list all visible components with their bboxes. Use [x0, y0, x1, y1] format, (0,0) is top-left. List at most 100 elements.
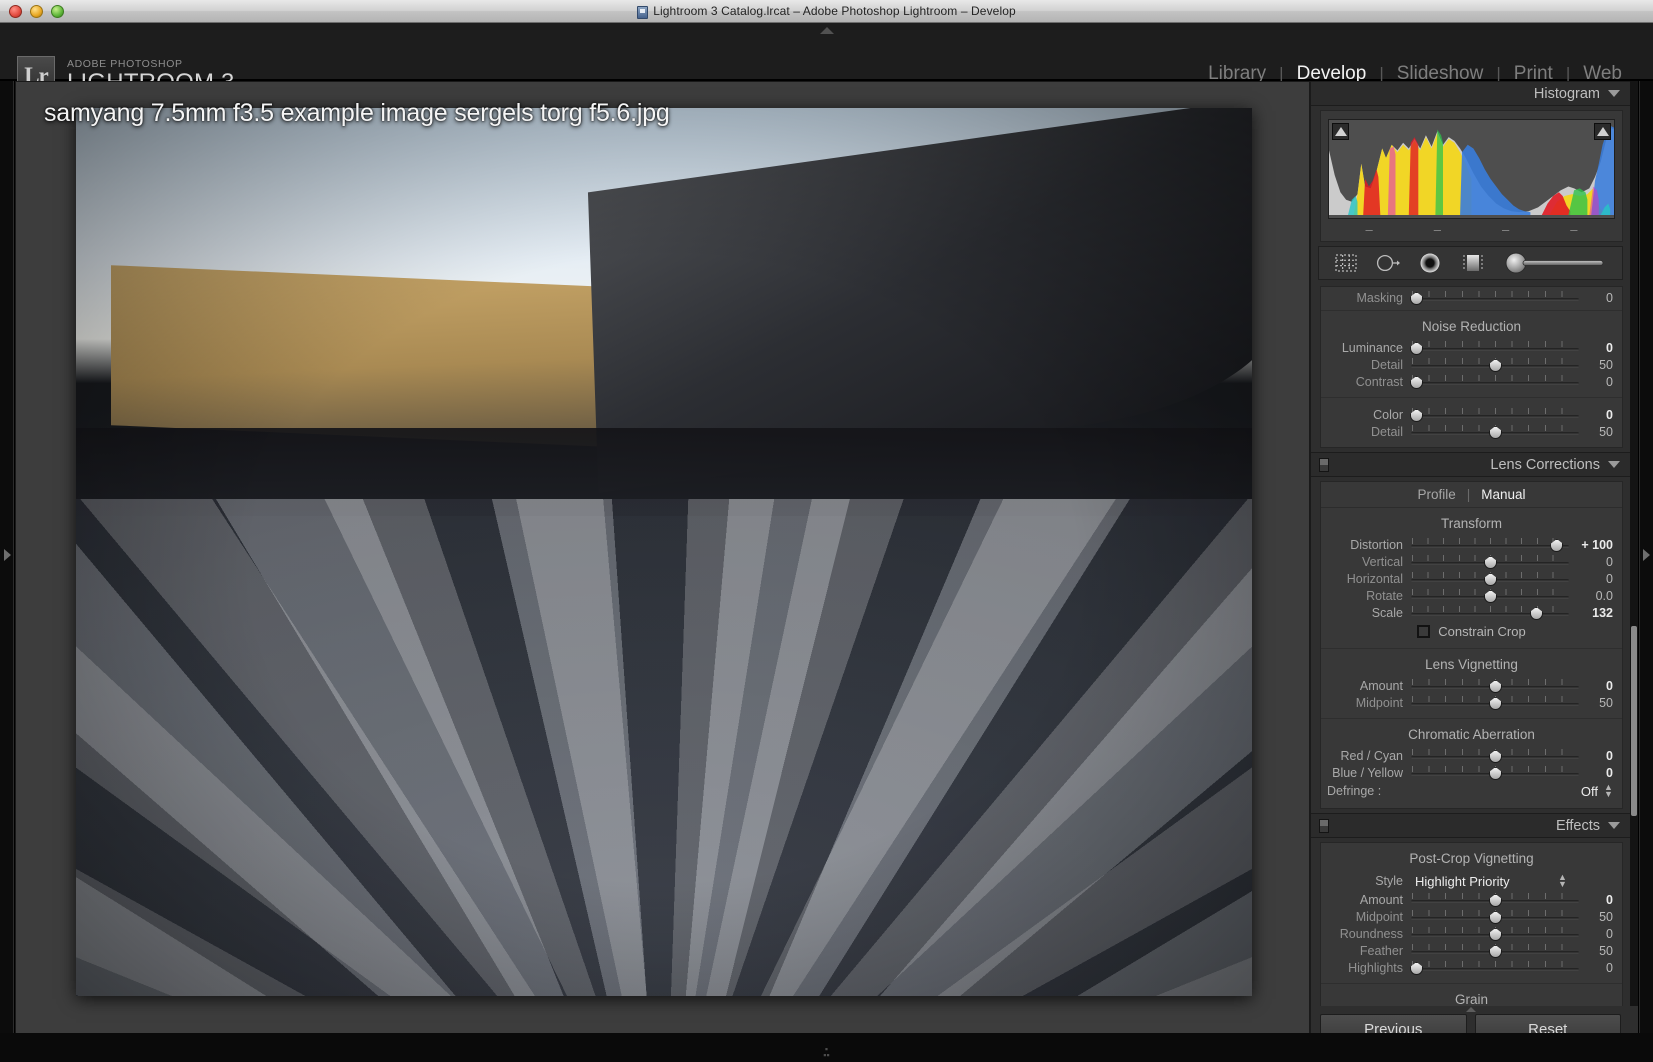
slider-track[interactable] [1411, 424, 1579, 439]
section-title: Chromatic Aberration [1321, 724, 1622, 747]
slider-track[interactable] [1411, 605, 1569, 620]
slider-row-nr-color-detail[interactable]: Detail 50 [1321, 423, 1622, 440]
slider-track[interactable] [1411, 374, 1579, 389]
histogram-graph[interactable] [1328, 119, 1615, 219]
chevron-updown-icon[interactable]: ▲▼ [1604, 784, 1613, 798]
slider-track[interactable] [1411, 909, 1579, 924]
tab-manual[interactable]: Manual [1481, 487, 1525, 502]
photo-frame[interactable] [76, 108, 1252, 996]
red-eye-correction-icon[interactable] [1415, 250, 1445, 276]
slider-track[interactable] [1411, 943, 1579, 958]
slider-row-distortion[interactable]: Distortion + 100 [1321, 536, 1622, 553]
slider-label: Scale [1327, 606, 1411, 620]
filmstrip-bar[interactable]: ▪▪▪ [0, 1033, 1653, 1062]
slider-row-pcv-amount[interactable]: Amount 0 [1321, 891, 1622, 908]
crop-overlay-icon[interactable] [1331, 250, 1361, 276]
scrollbar-thumb[interactable] [1631, 626, 1637, 816]
slider-row-lv-amount[interactable]: Amount 0 [1321, 677, 1622, 694]
slider-track[interactable] [1411, 340, 1579, 355]
slider-track[interactable] [1411, 892, 1579, 907]
tab-separator: | [1467, 487, 1471, 502]
slider-track[interactable] [1411, 678, 1579, 693]
slider-track[interactable] [1411, 290, 1579, 305]
slider-row-horizontal[interactable]: Horizontal 0 [1321, 570, 1622, 587]
slider-row-vertical[interactable]: Vertical 0 [1321, 553, 1622, 570]
slider-row-nr-detail[interactable]: Detail 50 [1321, 356, 1622, 373]
window-title: Lightroom 3 Catalog.lrcat – Adobe Photos… [0, 4, 1653, 18]
image-viewer[interactable]: samyang 7.5mm f3.5 example image sergels… [15, 81, 1310, 1056]
slider-bar [1411, 415, 1579, 418]
slider-value: 0 [1579, 341, 1613, 355]
right-panel-edge-strip[interactable] [1639, 81, 1653, 1056]
tab-profile[interactable]: Profile [1417, 487, 1455, 502]
right-panel-scrollbar[interactable] [1630, 81, 1638, 1006]
slider-value: 0 [1579, 679, 1613, 693]
graduated-filter-icon[interactable] [1458, 250, 1488, 276]
filmstrip-collapse-icon[interactable]: ▪▪▪ [817, 1046, 837, 1058]
slider-label: Blue / Yellow [1327, 766, 1411, 780]
slider-track[interactable] [1411, 554, 1569, 569]
histogram-tick: – [1502, 225, 1509, 235]
slider-bar [1411, 382, 1579, 385]
slider-row-pcv-roundness[interactable]: Roundness 0 [1321, 925, 1622, 942]
vignette-style-row[interactable]: Style Highlight Priority ▲▼ [1321, 871, 1622, 891]
slider-ticks [1412, 961, 1578, 967]
slider-row-pcv-feather[interactable]: Feather 50 [1321, 942, 1622, 959]
chevron-updown-icon[interactable]: ▲▼ [1558, 874, 1567, 888]
slider-value: 0 [1579, 766, 1613, 780]
slider-track[interactable] [1411, 571, 1569, 586]
slider-label: Contrast [1327, 375, 1411, 389]
panel-collapse-icon[interactable] [1466, 1007, 1476, 1012]
top-panel-collapse-icon[interactable] [820, 27, 834, 34]
slider-row-pcv-highlights[interactable]: Highlights 0 [1321, 959, 1622, 976]
defringe-row[interactable]: Defringe : Off ▲▼ [1321, 781, 1622, 801]
chevron-down-icon[interactable] [1608, 461, 1620, 468]
slider-row-luminance[interactable]: Luminance 0 [1321, 339, 1622, 356]
effects-panel-header[interactable]: Effects [1311, 813, 1630, 838]
photo-vignette [76, 108, 1252, 996]
constrain-crop-row[interactable]: Constrain Crop [1321, 621, 1622, 641]
slider-track[interactable] [1411, 748, 1579, 763]
lightroom-window: Lightroom 3 Catalog.lrcat – Adobe Photos… [0, 0, 1653, 1062]
adjustment-brush-icon[interactable] [1500, 250, 1610, 276]
slider-track[interactable] [1411, 407, 1579, 422]
vignette-style-value[interactable]: Highlight Priority [1411, 874, 1558, 889]
slider-label: Midpoint [1327, 910, 1411, 924]
slider-track[interactable] [1411, 357, 1579, 372]
slider-value: 50 [1579, 910, 1613, 924]
slider-track[interactable] [1411, 960, 1579, 975]
defringe-value[interactable]: Off [1389, 784, 1604, 799]
panel-switch-icon[interactable] [1319, 458, 1329, 472]
slider-track[interactable] [1411, 695, 1579, 710]
post-crop-vignetting-section: Post-Crop Vignetting Style Highlight Pri… [1321, 843, 1622, 983]
shadow-clipping-indicator[interactable] [1332, 123, 1349, 140]
section-title: Transform [1321, 513, 1622, 536]
slider-track[interactable] [1411, 926, 1579, 941]
slider-track[interactable] [1411, 588, 1569, 603]
slider-row-blue-yellow[interactable]: Blue / Yellow 0 [1321, 764, 1622, 781]
right-panel-collapse-icon[interactable] [1643, 549, 1650, 561]
slider-row-lv-midpoint[interactable]: Midpoint 50 [1321, 694, 1622, 711]
slider-row-rotate[interactable]: Rotate 0.0 [1321, 587, 1622, 604]
slider-row-nr-color[interactable]: Color 0 [1321, 406, 1622, 423]
slider-value: 50 [1579, 425, 1613, 439]
constrain-crop-checkbox[interactable] [1417, 625, 1430, 638]
left-panel-collapsed-strip[interactable] [0, 81, 14, 1056]
slider-track[interactable] [1411, 765, 1579, 780]
slider-row-red-cyan[interactable]: Red / Cyan 0 [1321, 747, 1622, 764]
slider-row-masking[interactable]: Masking 0 [1321, 289, 1622, 306]
slider-label: Horizontal [1327, 572, 1411, 586]
slider-row-scale[interactable]: Scale 132 [1321, 604, 1622, 621]
window-title-text: Lightroom 3 Catalog.lrcat – Adobe Photos… [653, 4, 1016, 18]
histogram-panel-header[interactable]: Histogram [1311, 81, 1630, 106]
slider-row-nr-contrast[interactable]: Contrast 0 [1321, 373, 1622, 390]
panel-switch-icon[interactable] [1319, 819, 1329, 833]
chevron-down-icon[interactable] [1608, 90, 1620, 97]
highlight-clipping-indicator[interactable] [1594, 123, 1611, 140]
spot-removal-icon[interactable] [1373, 250, 1403, 276]
left-panel-expand-icon[interactable] [4, 549, 11, 561]
slider-track[interactable] [1411, 537, 1569, 552]
slider-row-pcv-midpoint[interactable]: Midpoint 50 [1321, 908, 1622, 925]
lens-corrections-panel-header[interactable]: Lens Corrections [1311, 452, 1630, 477]
chevron-down-icon[interactable] [1608, 822, 1620, 829]
